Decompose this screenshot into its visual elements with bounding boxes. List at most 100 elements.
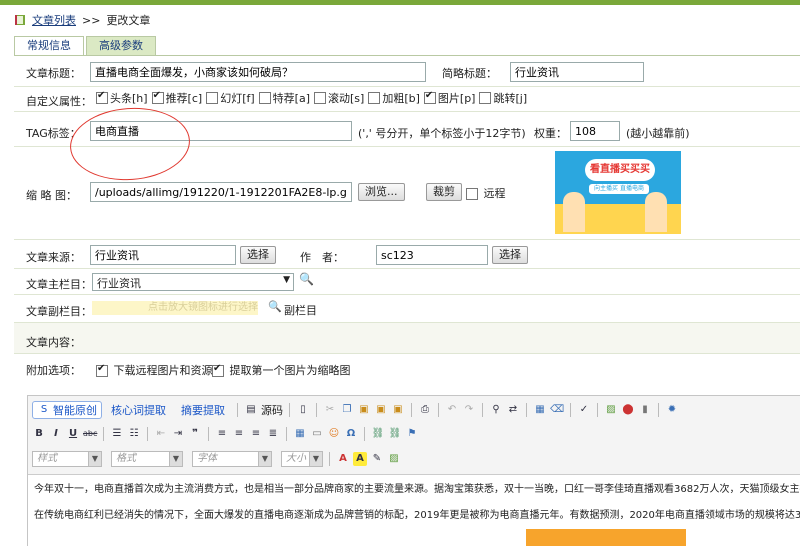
search-icon[interactable]: 🔍 [268, 300, 282, 313]
source-button[interactable]: 源码 [261, 402, 283, 418]
cut-icon[interactable]: ✂ [323, 403, 337, 417]
unlink-icon[interactable]: ⛓ [388, 427, 402, 441]
first-image-thumb-option[interactable]: 提取第一个图片为缩略图 [212, 362, 351, 378]
special-icon[interactable]: ✹ [665, 403, 679, 417]
checkbox[interactable] [314, 92, 326, 104]
paste-text-icon[interactable]: ▣ [374, 403, 388, 417]
summary-extract-button[interactable]: 摘要提取 [175, 402, 231, 418]
thumbnail-path-input[interactable] [90, 182, 352, 202]
download-remote-option[interactable]: 下载远程图片和资源 [96, 362, 213, 378]
blockquote-icon[interactable]: ❞ [188, 427, 202, 441]
source-select-button[interactable]: 选择 [240, 246, 276, 264]
search-icon[interactable]: 🔍 [299, 272, 314, 286]
paste-icon[interactable]: ▣ [357, 403, 371, 417]
remove-format-icon[interactable]: ⌫ [550, 403, 564, 417]
checkbox[interactable] [96, 363, 108, 377]
crop-button[interactable]: 裁剪 [426, 183, 462, 201]
checkbox[interactable] [212, 363, 224, 377]
source-code-icon[interactable]: ▤ [244, 403, 258, 417]
checkbox[interactable] [258, 92, 271, 104]
short-title-input[interactable] [510, 62, 644, 82]
smiley-icon[interactable]: ☺ [327, 427, 341, 441]
checkbox[interactable] [96, 90, 108, 104]
attr-image[interactable]: 图片[p] [423, 90, 475, 106]
checkbox[interactable] [466, 188, 478, 200]
numbered-list-icon[interactable]: ☰ [110, 427, 124, 441]
sub-column-link[interactable]: 副栏目 [284, 302, 317, 318]
indent-icon[interactable]: ⇥ [171, 427, 185, 441]
attr-label: 滚动[s] [328, 92, 365, 105]
table-icon[interactable]: ▦ [293, 427, 307, 441]
checkbox[interactable] [151, 90, 164, 104]
spellcheck-icon[interactable]: ✓ [577, 403, 591, 417]
italic-icon[interactable]: I [49, 427, 63, 441]
bullet-list-icon[interactable]: ☷ [127, 427, 141, 441]
attr-recommend[interactable]: 推荐[c] [151, 90, 202, 106]
text-color-icon[interactable]: A [336, 452, 350, 466]
format-combo[interactable]: 格式 ▼ [111, 451, 183, 467]
outdent-icon[interactable]: ⇤ [154, 427, 168, 441]
main-column-select[interactable]: 行业资讯 ▼ [92, 273, 294, 291]
underline-icon[interactable]: U [66, 427, 80, 441]
source-input[interactable] [90, 245, 236, 265]
omega-icon[interactable]: Ω [344, 427, 358, 441]
weight-input[interactable] [570, 121, 620, 141]
anchor-flag-icon[interactable]: ⚑ [405, 427, 419, 441]
attr-special[interactable]: 特荐[a] [258, 90, 310, 106]
separator [147, 427, 148, 441]
image-icon[interactable]: ▨ [604, 403, 618, 417]
find-icon[interactable]: ⚲ [489, 403, 503, 417]
toolbar-row-3: 样式 ▼ 格式 ▼ 字体 ▼ 大小 ▼ A A ✎ ▨ [28, 447, 800, 471]
size-combo[interactable]: 大小 ▼ [281, 451, 323, 467]
media-icon[interactable]: ▮ [638, 403, 652, 417]
author-select-button[interactable]: 选择 [492, 246, 528, 264]
author-input[interactable] [376, 245, 488, 265]
attr-scroll[interactable]: 滚动[s] [314, 90, 364, 106]
content-image [526, 529, 686, 546]
attr-slide[interactable]: 幻灯[f] [206, 90, 255, 106]
browse-button[interactable]: 浏览... [358, 183, 405, 201]
horizontal-rule-icon[interactable]: ▭ [310, 427, 324, 441]
checkbox[interactable] [206, 92, 219, 104]
breadcrumb-article-list[interactable]: 文章列表 [32, 12, 76, 28]
sub-column-field[interactable]: 点击放大镜图标进行选择 [92, 301, 258, 315]
tab-advanced[interactable]: 高级参数 [86, 36, 156, 55]
flash-icon[interactable]: ⬤ [621, 403, 635, 417]
editor-content-area[interactable]: 今年双十一，电商直播首次成为主流消费方式，也是相当一部分品牌商家的主要流量来源。… [28, 474, 800, 546]
undo-icon[interactable]: ↶ [445, 403, 459, 417]
remote-option[interactable]: 远程 [466, 185, 506, 201]
style-combo[interactable]: 样式 ▼ [32, 451, 102, 467]
align-left-icon[interactable]: ≡ [215, 427, 229, 441]
separator [103, 427, 104, 441]
attr-jump[interactable]: 跳转[j] [479, 90, 527, 106]
typeset-icon[interactable]: ✎ [370, 452, 384, 466]
template-icon[interactable]: ▯ [296, 403, 310, 417]
insert-image-icon[interactable]: ▨ [387, 452, 401, 466]
copy-icon[interactable]: ❐ [340, 403, 354, 417]
smart-original-button[interactable]: S 智能原创 [32, 401, 102, 419]
tab-general[interactable]: 常规信息 [14, 36, 84, 55]
attr-label: 头条[h] [110, 92, 148, 105]
select-all-icon[interactable]: ▦ [533, 403, 547, 417]
align-center-icon[interactable]: ≡ [232, 427, 246, 441]
print-icon[interactable]: ⎙ [418, 403, 432, 417]
image-headline: 看直播买买买 [585, 159, 655, 181]
align-right-icon[interactable]: ≡ [249, 427, 263, 441]
redo-icon[interactable]: ↷ [462, 403, 476, 417]
font-combo[interactable]: 字体 ▼ [192, 451, 272, 467]
attr-bold[interactable]: 加粗[b] [368, 90, 420, 106]
breadcrumb-current: 更改文章 [106, 14, 151, 27]
bold-icon[interactable]: B [32, 427, 46, 441]
align-justify-icon[interactable]: ≣ [266, 427, 280, 441]
attr-headline[interactable]: 头条[h] [96, 90, 148, 106]
strikethrough-icon[interactable]: abc [83, 427, 97, 441]
bg-color-icon[interactable]: A [353, 452, 367, 466]
paste-word-icon[interactable]: ▣ [391, 403, 405, 417]
title-input[interactable] [90, 62, 426, 82]
replace-icon[interactable]: ⇄ [506, 403, 520, 417]
keyword-extract-button[interactable]: 核心词提取 [105, 402, 172, 418]
checkbox[interactable] [368, 92, 381, 104]
checkbox[interactable] [423, 90, 436, 104]
link-icon[interactable]: ⛓ [371, 427, 385, 441]
checkbox[interactable] [479, 92, 492, 104]
